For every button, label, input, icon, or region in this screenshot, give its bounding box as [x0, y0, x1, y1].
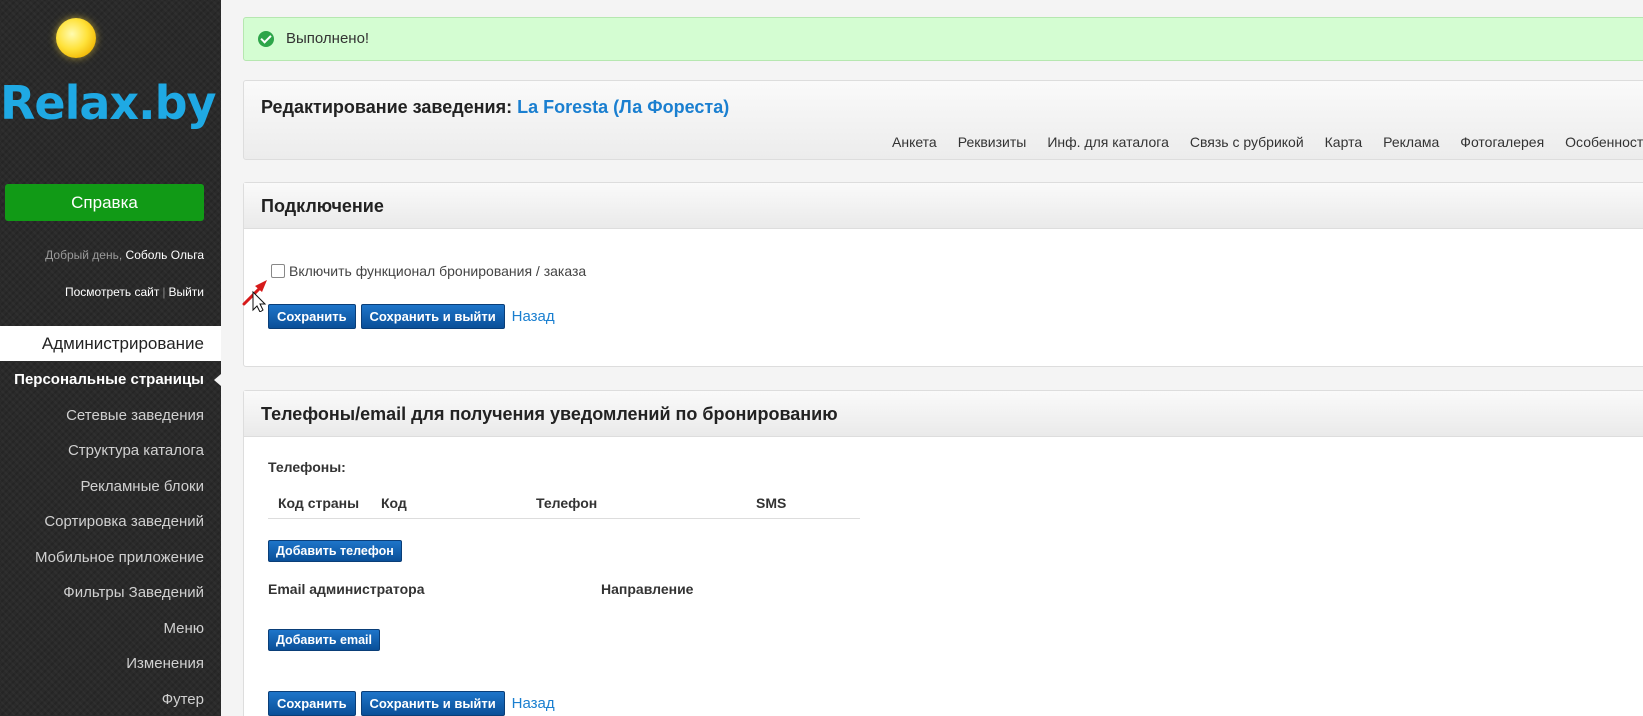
connection-panel: Подключение Включить функционал брониров…	[243, 182, 1643, 367]
save-exit-button-bottom[interactable]: Сохранить и выйти	[360, 691, 505, 716]
tab-profile[interactable]: Анкета	[892, 134, 937, 150]
edit-tabs: Анкета Реквизиты Инф. для каталога Связь с …	[892, 134, 1643, 150]
sidebar-item-catalog-structure[interactable]: Структура каталога	[0, 433, 221, 469]
sidebar-item-administration[interactable]: Администрирование	[0, 326, 221, 361]
sidebar-item-footer[interactable]: Футер	[0, 682, 221, 716]
site-logo[interactable]: Relax.by	[0, 80, 216, 126]
sidebar-item-personal-pages[interactable]: Персональные страницы	[0, 362, 221, 398]
back-link-bottom[interactable]: Назад	[512, 695, 555, 712]
back-link[interactable]: Назад	[512, 308, 555, 325]
phones-table-header: Код страны Код Телефон SMS	[268, 487, 860, 519]
booking-checkbox-label[interactable]: Включить функционал бронирования / заказ…	[289, 263, 586, 279]
mouse-cursor-icon	[252, 290, 267, 312]
user-name: Соболь Ольга	[125, 248, 204, 262]
tab-map[interactable]: Карта	[1325, 134, 1362, 150]
sidebar-item-changes[interactable]: Изменения	[0, 646, 221, 682]
notifications-title: Телефоны/email для получения уведомлений…	[244, 391, 1643, 437]
sidebar-item-mobile-app[interactable]: Мобильное приложение	[0, 540, 221, 576]
page-title: Редактирование заведения: La Foresta (Ла…	[261, 97, 729, 118]
tab-photo-gallery[interactable]: Фотогалерея	[1460, 134, 1544, 150]
view-site-link[interactable]: Посмотреть сайт	[65, 285, 159, 299]
sidebar: Relax.by Справка Добрый день, Соболь Оль…	[0, 0, 221, 716]
tab-rubric-link[interactable]: Связь с рубрикой	[1190, 134, 1304, 150]
arrow-pointer-icon	[242, 280, 267, 312]
booking-checkbox-row: Включить функционал бронирования / заказ…	[271, 263, 586, 279]
sidebar-item-network-venues[interactable]: Сетевые заведения	[0, 398, 221, 434]
col-country-code: Код страны	[278, 495, 360, 511]
add-phone-button[interactable]: Добавить телефон	[268, 540, 402, 562]
save-button[interactable]: Сохранить	[268, 304, 356, 329]
col-sms: SMS	[756, 495, 787, 511]
sun-logo-icon	[56, 18, 96, 58]
sidebar-nav: Персональные страницы Сетевые заведения …	[0, 362, 221, 716]
tab-features[interactable]: Особенности	[1565, 134, 1643, 150]
edit-header: Редактирование заведения: La Foresta (Ла…	[243, 80, 1643, 160]
success-alert: Выполнено!	[243, 17, 1643, 61]
add-email-button[interactable]: Добавить email	[268, 629, 380, 651]
connection-actions: Сохранить Сохранить и выйти Назад	[268, 304, 555, 329]
link-separator: |	[162, 285, 166, 299]
help-button[interactable]: Справка	[5, 184, 204, 221]
greeting: Добрый день, Соболь Ольга	[45, 248, 204, 262]
logout-link[interactable]: Выйти	[168, 285, 204, 299]
connection-title: Подключение	[244, 183, 1643, 229]
sidebar-item-ad-blocks[interactable]: Рекламные блоки	[0, 469, 221, 505]
sidebar-item-venue-filters[interactable]: Фильтры Заведений	[0, 575, 221, 611]
col-direction: Направление	[601, 581, 694, 597]
check-circle-icon	[258, 31, 274, 47]
notifications-actions: Сохранить Сохранить и выйти Назад	[268, 691, 555, 716]
user-links: Посмотреть сайт | Выйти	[65, 285, 204, 299]
success-text: Выполнено!	[286, 30, 370, 47]
save-button-bottom[interactable]: Сохранить	[268, 691, 356, 716]
tab-catalog-info[interactable]: Инф. для каталога	[1047, 134, 1169, 150]
greeting-prefix: Добрый день,	[45, 248, 123, 262]
col-phone: Телефон	[536, 495, 598, 511]
tab-advertising[interactable]: Реклама	[1383, 134, 1439, 150]
save-exit-button[interactable]: Сохранить и выйти	[360, 304, 505, 329]
col-code: Код	[381, 495, 407, 511]
sidebar-item-venue-sorting[interactable]: Сортировка заведений	[0, 504, 221, 540]
col-admin-email: Email администратора	[268, 581, 425, 597]
notifications-panel: Телефоны/email для получения уведомлений…	[243, 390, 1643, 716]
phones-label: Телефоны:	[268, 459, 346, 475]
tab-requisites[interactable]: Реквизиты	[958, 134, 1027, 150]
sidebar-item-menu[interactable]: Меню	[0, 611, 221, 647]
page-title-prefix: Редактирование заведения:	[261, 97, 513, 117]
venue-name-link[interactable]: La Foresta (Ла Фореста)	[517, 97, 729, 117]
